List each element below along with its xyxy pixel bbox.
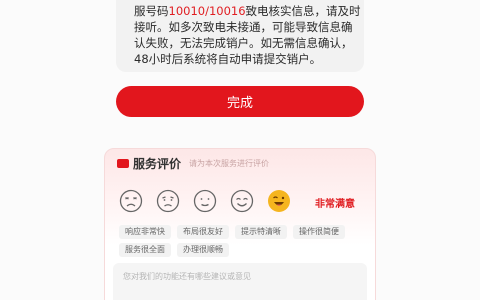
very-satisfied-face-icon[interactable]	[267, 189, 291, 213]
rating-subtitle: 请为本次服务进行评价	[189, 159, 269, 168]
satisfied-face-icon[interactable]	[230, 189, 254, 213]
tag-row-2: 服务很全面 办理很顺畅	[119, 243, 369, 257]
tag-fast-response[interactable]: 响应非常快	[119, 225, 171, 239]
rating-title: 服务评价	[133, 157, 182, 171]
unsatisfied-face-icon[interactable]	[156, 189, 180, 213]
selected-rating-label: 非常满意	[315, 199, 355, 210]
tag-comprehensive-service[interactable]: 服务很全面	[119, 243, 171, 257]
notice-line-4: 48小时后系统将自动申请提交销户。	[134, 52, 322, 66]
notice-line-1: 服号码10010/10016致电核实信息，请及时	[134, 4, 361, 18]
notice-line-2: 接听。如多次致电未接通，可能导致信息确	[134, 20, 353, 34]
tag-easy-operation[interactable]: 操作很简便	[293, 225, 345, 239]
neutral-face-icon[interactable]	[193, 189, 217, 213]
suggestion-input[interactable]	[113, 263, 367, 300]
rating-faces	[119, 189, 291, 213]
tag-row-1: 响应非常快 布局很友好 提示特清晰 操作很简便	[119, 225, 369, 239]
rating-tags: 响应非常快 布局很友好 提示特清晰 操作很简便 服务很全面 办理很顺畅	[119, 225, 369, 261]
hotline-number: 10010/10016	[168, 4, 246, 18]
tag-clear-tips[interactable]: 提示特清晰	[235, 225, 287, 239]
tag-smooth-process[interactable]: 办理很顺畅	[177, 243, 229, 257]
rating-card-icon	[117, 159, 129, 168]
service-rating-card: 服务评价 请为本次服务进行评价 非常满意 响应非常快 布局很友好 提示特清晰 操…	[104, 148, 376, 300]
tag-friendly-layout[interactable]: 布局很友好	[177, 225, 229, 239]
notice-text: 致电核实信息，请及时	[245, 4, 361, 18]
notice-line-3: 认失败，无法完成销户。如无需信息确认，	[134, 36, 353, 50]
very-unsatisfied-face-icon[interactable]	[119, 189, 143, 213]
notice-text: 服号码	[134, 4, 169, 18]
page: 服号码10010/10016致电核实信息，请及时 接听。如多次致电未接通，可能导…	[0, 0, 480, 300]
done-button[interactable]: 完成	[116, 86, 364, 117]
